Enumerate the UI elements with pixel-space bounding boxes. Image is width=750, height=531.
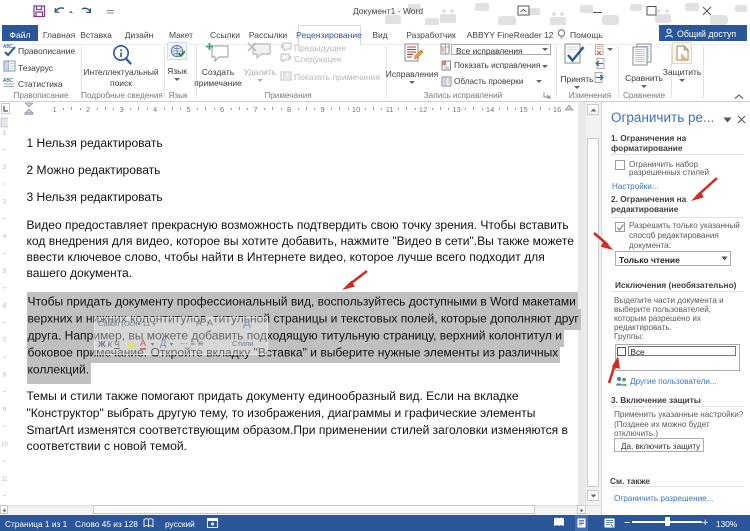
svg-text:2: 2 (3, 165, 7, 171)
svg-text:7: 7 (3, 338, 7, 344)
svg-text:8: 8 (3, 373, 7, 379)
svg-text:АВС: АВС (3, 78, 14, 84)
svg-text:3: 3 (3, 200, 7, 206)
svg-text:6: 6 (3, 303, 7, 309)
svg-text:9: 9 (3, 407, 7, 413)
svg-text:5: 5 (3, 269, 7, 275)
svg-text:1: 1 (3, 131, 7, 137)
svg-text:4: 4 (3, 234, 7, 240)
